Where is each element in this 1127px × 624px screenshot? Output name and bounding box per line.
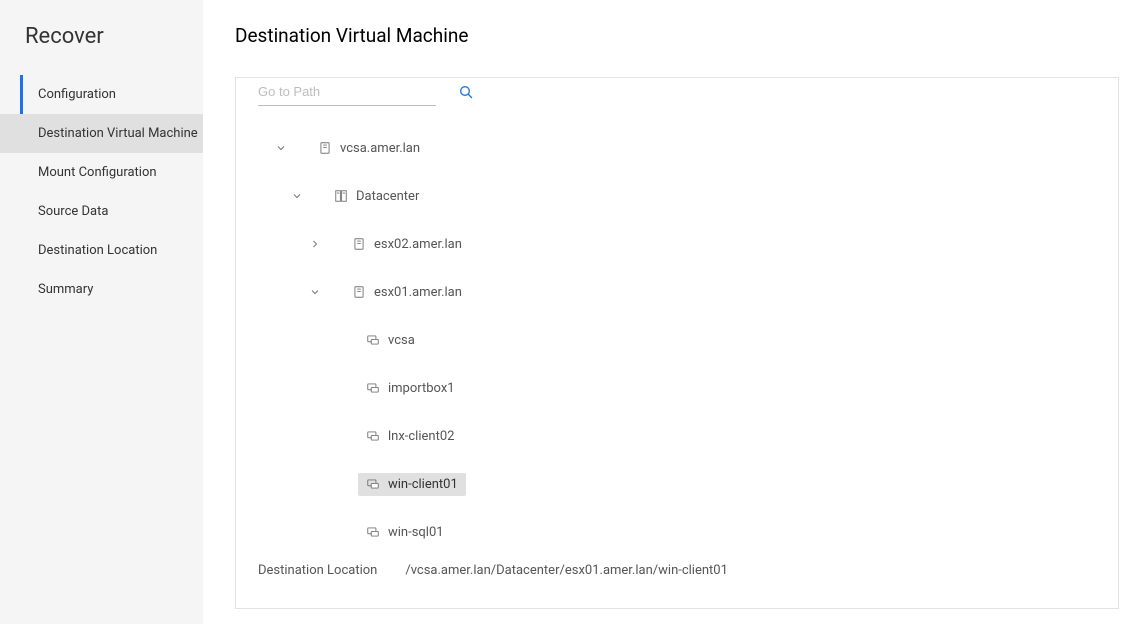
sidebar-item-source-data[interactable]: Source Data bbox=[0, 192, 203, 231]
tree-text: lnx-client02 bbox=[388, 429, 454, 444]
tree-node-vm-vcsa[interactable]: vcsa bbox=[258, 316, 1118, 364]
tree-node-esx02[interactable]: esx02.amer.lan bbox=[258, 220, 1118, 268]
tree-node-vm-importbox1[interactable]: importbox1 bbox=[258, 364, 1118, 412]
destination-location-path: /vcsa.amer.lan/Datacenter/esx01.amer.lan… bbox=[405, 563, 728, 578]
tree-label-vm-importbox1[interactable]: importbox1 bbox=[358, 377, 463, 400]
main-content: Destination Virtual Machine bbox=[203, 0, 1127, 624]
destination-location-label: Destination Location bbox=[258, 563, 377, 578]
search-row bbox=[236, 78, 1118, 106]
tree-label-vcenter[interactable]: vcsa.amer.lan bbox=[310, 137, 428, 160]
tree-node-vm-lnx-client02[interactable]: lnx-client02 bbox=[258, 412, 1118, 460]
tree-label-vm-win-sql01[interactable]: win-sql01 bbox=[358, 521, 452, 544]
datacenter-icon bbox=[334, 189, 348, 203]
chevron-down-icon[interactable] bbox=[288, 190, 306, 202]
host-icon bbox=[352, 285, 366, 299]
sidebar-title: Recover bbox=[25, 24, 203, 49]
vm-icon bbox=[366, 333, 380, 347]
sidebar-item-destination-location[interactable]: Destination Location bbox=[0, 231, 203, 270]
tree-text: win-client01 bbox=[388, 477, 458, 492]
tree-label-vm-vcsa[interactable]: vcsa bbox=[358, 329, 423, 352]
sidebar-item-configuration[interactable]: Configuration bbox=[0, 75, 203, 114]
page-title: Destination Virtual Machine bbox=[235, 24, 1119, 47]
tree-node-vm-win-sql01[interactable]: win-sql01 bbox=[258, 508, 1118, 547]
chevron-right-icon[interactable] bbox=[306, 238, 324, 250]
tree-label-datacenter[interactable]: Datacenter bbox=[326, 185, 427, 208]
sidebar-item-summary[interactable]: Summary bbox=[0, 270, 203, 309]
vm-icon bbox=[366, 477, 380, 491]
tree-label-vm-lnx-client02[interactable]: lnx-client02 bbox=[358, 425, 462, 448]
tree-text: vcsa.amer.lan bbox=[340, 141, 420, 156]
search-input[interactable] bbox=[258, 78, 436, 106]
server-icon bbox=[318, 141, 332, 155]
tree-text: Datacenter bbox=[356, 189, 419, 204]
tree-node-vcenter[interactable]: vcsa.amer.lan bbox=[258, 124, 1118, 172]
vm-icon bbox=[366, 381, 380, 395]
tree-label-vm-win-client01[interactable]: win-client01 bbox=[358, 473, 466, 496]
tree-text: vcsa bbox=[388, 333, 415, 348]
tree-panel: vcsa.amer.lan Datacenter bbox=[235, 77, 1119, 609]
sidebar-nav: Configuration Destination Virtual Machin… bbox=[0, 75, 203, 309]
tree-node-esx01[interactable]: esx01.amer.lan bbox=[258, 268, 1118, 316]
destination-location-row: Destination Location /vcsa.amer.lan/Data… bbox=[236, 547, 1118, 608]
tree-label-esx01[interactable]: esx01.amer.lan bbox=[344, 281, 470, 304]
tree-label-esx02[interactable]: esx02.amer.lan bbox=[344, 233, 470, 256]
tree-text: win-sql01 bbox=[388, 525, 444, 540]
vm-icon bbox=[366, 429, 380, 443]
vm-icon bbox=[366, 525, 380, 539]
host-icon bbox=[352, 237, 366, 251]
chevron-down-icon[interactable] bbox=[306, 286, 324, 298]
tree-wrapper[interactable]: vcsa.amer.lan Datacenter bbox=[236, 106, 1118, 547]
tree-text: importbox1 bbox=[388, 381, 455, 396]
chevron-down-icon[interactable] bbox=[272, 142, 290, 154]
sidebar-item-mount-configuration[interactable]: Mount Configuration bbox=[0, 153, 203, 192]
tree-text: esx02.amer.lan bbox=[374, 237, 462, 252]
sidebar-item-destination-vm[interactable]: Destination Virtual Machine bbox=[0, 114, 203, 153]
search-icon[interactable] bbox=[458, 84, 474, 100]
sidebar: Recover Configuration Destination Virtua… bbox=[0, 0, 203, 624]
tree-text: esx01.amer.lan bbox=[374, 285, 462, 300]
tree-node-datacenter[interactable]: Datacenter bbox=[258, 172, 1118, 220]
tree-node-vm-win-client01[interactable]: win-client01 bbox=[258, 460, 1118, 508]
